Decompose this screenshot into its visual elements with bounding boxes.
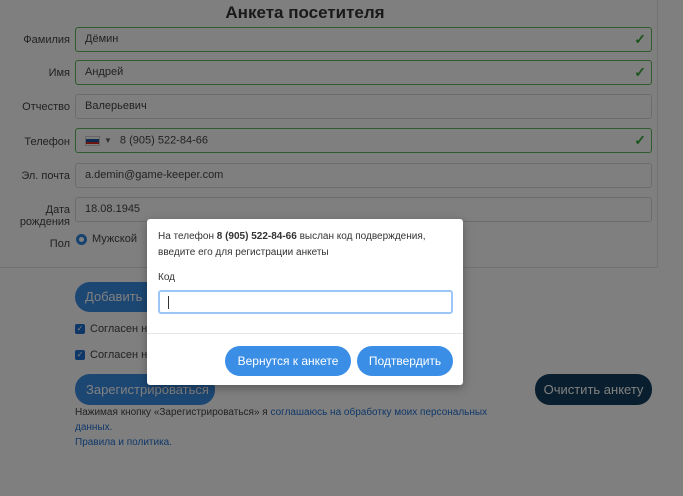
confirmation-modal: На телефон 8 (905) 522-84-66 выслан код … bbox=[147, 219, 463, 385]
back-to-form-button[interactable]: Вернутся к анкете bbox=[225, 346, 351, 376]
modal-phone: 8 (905) 522-84-66 bbox=[216, 231, 297, 242]
code-label: Код bbox=[158, 272, 176, 283]
code-input[interactable] bbox=[158, 290, 453, 314]
modal-message: На телефон 8 (905) 522-84-66 выслан код … bbox=[158, 231, 426, 258]
text-cursor bbox=[168, 296, 169, 309]
modal-divider bbox=[147, 333, 463, 334]
confirm-button[interactable]: Подтвердить bbox=[357, 346, 453, 376]
